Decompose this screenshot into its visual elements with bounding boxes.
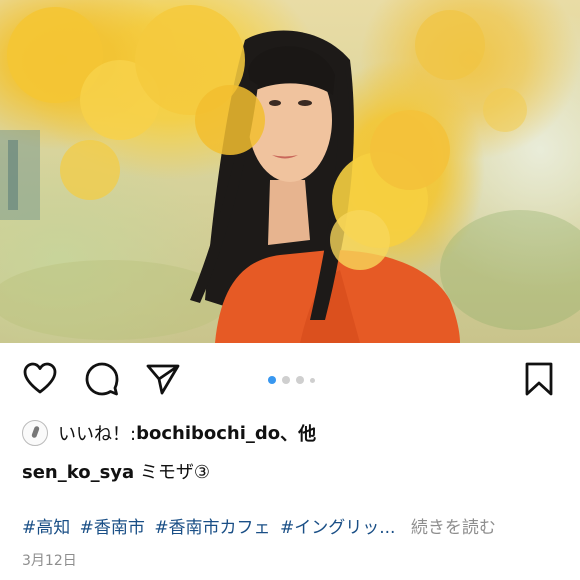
carousel-dot[interactable] [310, 377, 315, 383]
hashtag-link[interactable]: #高知 [22, 518, 70, 538]
post-photo-illustration [0, 5, 580, 343]
liker-avatar[interactable] [22, 420, 48, 446]
liker-username[interactable]: bochibochi_do [136, 423, 280, 444]
likes-suffix[interactable]: 、他 [280, 420, 316, 446]
carousel-indicator [268, 376, 315, 384]
send-icon[interactable] [145, 361, 181, 397]
likes-summary[interactable]: いいね！: bochibochi_do 、他 [22, 419, 316, 447]
hashtag-row: #高知 #香南市 #香南市カフェ #イングリッ... 続きを読む [22, 513, 496, 538]
hashtag-link[interactable]: #香南市カフェ [154, 518, 270, 538]
hashtag-link[interactable]: #香南市 [80, 518, 145, 538]
post-date: 3月12日 [22, 553, 77, 569]
post-image[interactable] [0, 0, 580, 343]
likes-prefix: いいね！: [58, 424, 137, 445]
caption-username[interactable]: sen_ko_sya [22, 462, 134, 483]
carousel-dot[interactable] [268, 376, 276, 384]
read-more-link[interactable]: 続きを読む [411, 518, 496, 538]
carousel-dot[interactable] [296, 376, 304, 384]
comment-icon[interactable] [84, 361, 120, 397]
hashtag-link[interactable]: #イングリッ... [280, 518, 395, 538]
post-caption: sen_ko_sya ミモザ③ [22, 458, 210, 484]
bookmark-icon[interactable] [521, 361, 557, 397]
carousel-dot[interactable] [282, 376, 290, 384]
caption-text: ミモザ③ [139, 462, 211, 483]
heart-icon[interactable] [22, 361, 58, 397]
